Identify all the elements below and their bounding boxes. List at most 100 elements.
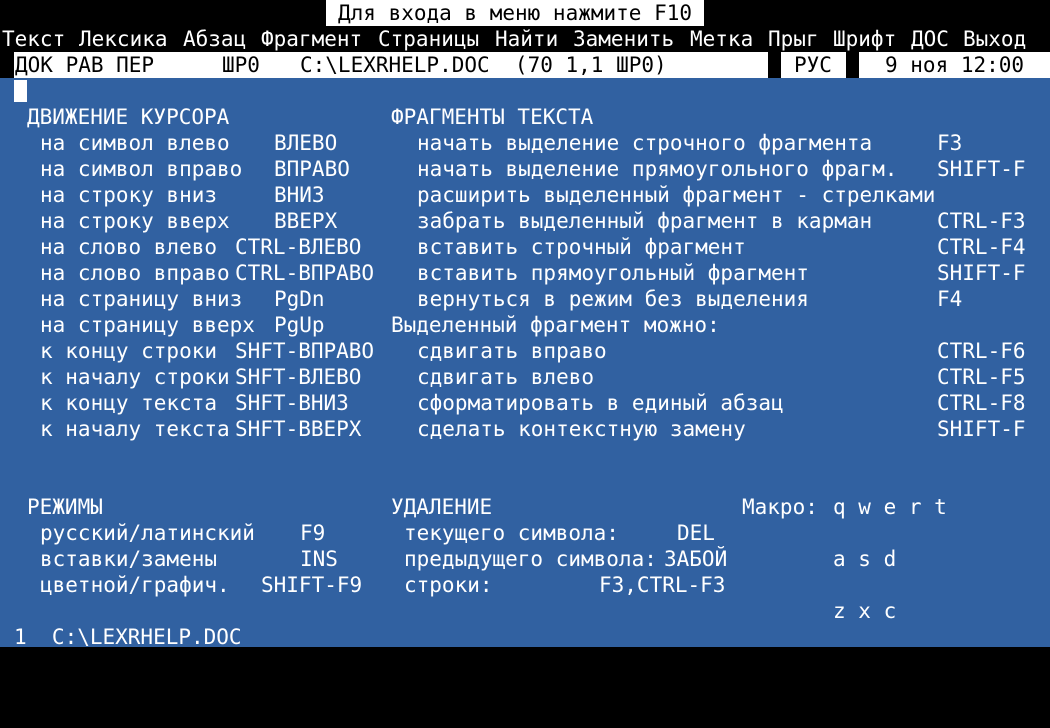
text-cursor xyxy=(14,80,27,102)
mode-key: SHIFT-F9 xyxy=(261,573,363,597)
macro-row[interactable]: q w e r t xyxy=(833,494,947,520)
macro-label: Макро: xyxy=(742,495,818,519)
status-bar-left-edge xyxy=(0,52,14,78)
cursor-key: SHFT-ВПРАВО xyxy=(235,339,375,363)
delete-action: текущего символа: xyxy=(404,521,619,545)
menu-item-replace[interactable]: Заменить xyxy=(573,26,674,52)
delete-key: F3,CTRL-F3 xyxy=(599,573,726,597)
bottom-edge xyxy=(0,647,1050,655)
doc-line: к началу текста SHFT-ВВЕРХ сделать конте… xyxy=(0,416,1050,442)
menu-item-exit[interactable]: Выход xyxy=(963,26,1026,52)
fragment-action: вставить прямоугольный фрагмент xyxy=(417,261,809,285)
cursor-key: ВЛЕВО xyxy=(274,131,338,155)
cursor-key: PgUp xyxy=(274,313,325,337)
doc-line: z x c xyxy=(0,598,1050,624)
doc-line: вставки/замены INS предыдущего символа: … xyxy=(0,546,1050,572)
mode-key: F9 xyxy=(300,521,326,545)
cursor-key: SHFT-ВЛЕВО xyxy=(235,365,362,389)
doc-line: ДВИЖЕНИЕ КУРСОРА ФРАГМЕНТЫ ТЕКСТА xyxy=(0,104,1050,130)
macro-row[interactable]: a s d xyxy=(833,546,896,572)
menu-item-pages[interactable]: Страницы xyxy=(378,26,479,52)
cursor-action: на символ влево xyxy=(40,131,230,155)
cursor-action: к концу текста xyxy=(40,391,218,415)
cursor-key: CTRL-ВЛЕВО xyxy=(235,235,362,259)
cursor-key: ВВЕРХ xyxy=(274,209,338,233)
menu-item-lexicon[interactable]: Лексика xyxy=(79,26,168,52)
cursor-action: на страницу вниз xyxy=(40,287,243,311)
cursor-action: на слово вправо xyxy=(40,261,230,285)
macro-row[interactable]: z x c xyxy=(833,598,896,624)
mode-action: цветной/графич. xyxy=(40,573,230,597)
status-language: РУС xyxy=(794,53,832,77)
fragment-action: сформатировать в единый абзац xyxy=(417,391,784,415)
menu-bar: Текст Лексика Абзац Фрагмент Страницы На… xyxy=(0,26,1050,52)
menu-item-paragraph[interactable]: Абзац xyxy=(183,26,246,52)
cursor-key: SHFT-ВВЕРХ xyxy=(235,417,362,441)
fragment-key: CTRL-F5 xyxy=(937,365,1026,389)
status-width-mode: ШР0 xyxy=(222,53,260,77)
cursor-key: PgDn xyxy=(274,287,325,311)
fragment-key: CTRL-F6 xyxy=(937,339,1026,363)
fragment-key: SHIFT-F xyxy=(937,417,1026,441)
fragment-action: вставить строчный фрагмент xyxy=(417,235,746,259)
doc-line: на слово вправо CTRL-ВПРАВО вставить пря… xyxy=(0,260,1050,286)
status-datetime: 9 ноя 12:00 xyxy=(885,53,1025,77)
fragment-key: CTRL-F4 xyxy=(937,235,1026,259)
cursor-key: CTRL-ВПРАВО xyxy=(235,261,375,285)
modes-section-title: РЕЖИМЫ xyxy=(27,495,103,519)
fragment-key: SHIFT-F xyxy=(937,261,1026,285)
doc-line: к концу текста SHFT-ВНИЗ сформатировать … xyxy=(0,390,1050,416)
doc-line: РЕЖИМЫ УДАЛЕНИЕ Макро: q w e r t xyxy=(0,494,1050,520)
fragment-key: CTRL-F8 xyxy=(937,391,1026,415)
doc-line: к концу строки SHFT-ВПРАВО сдвигать впра… xyxy=(0,338,1050,364)
cursor-action: на строку вверх xyxy=(40,209,230,233)
fragments-subtitle: Выделенный фрагмент можно: xyxy=(391,313,720,337)
menu-item-jump[interactable]: Прыг xyxy=(768,26,819,52)
menu-item-fragment[interactable]: Фрагмент xyxy=(261,26,362,52)
status-separator xyxy=(846,52,859,78)
doc-line: на слово влево CTRL-ВЛЕВО вставить строч… xyxy=(0,234,1050,260)
cursor-section-title: ДВИЖЕНИЕ КУРСОРА xyxy=(27,105,230,129)
delete-key: DEL xyxy=(677,521,715,545)
fragment-action: сдвигать вправо xyxy=(417,339,607,363)
status-bar: ДОК РАВ ПЕР ШР0 C:\LEXRHELP.DOC (70 1,1 … xyxy=(0,52,1050,78)
delete-section-title: УДАЛЕНИЕ xyxy=(391,495,493,519)
doc-line: русский/латинский F9 текущего символа: D… xyxy=(0,520,1050,546)
document-area[interactable]: ДВИЖЕНИЕ КУРСОРА ФРАГМЕНТЫ ТЕКСТА на сим… xyxy=(0,78,1050,649)
mode-action: вставки/замены xyxy=(40,547,218,571)
doc-line: на строку вниз ВНИЗ расширить выделенный… xyxy=(0,182,1050,208)
delete-action: предыдущего символа: xyxy=(404,547,657,571)
doc-line: на символ вправо ВПРАВО начать выделение… xyxy=(0,156,1050,182)
menu-item-font[interactable]: Шрифт xyxy=(833,26,896,52)
fragment-key: SHIFT-F xyxy=(937,157,1026,181)
fragment-action: начать выделение прямоугольного фрагм. xyxy=(417,157,898,181)
status-separator xyxy=(768,52,781,78)
cursor-key: ВНИЗ xyxy=(274,183,325,207)
doc-line: цветной/графич. SHIFT-F9 строки: F3,CTRL… xyxy=(0,572,1050,598)
fragments-section-title: ФРАГМЕНТЫ ТЕКСТА xyxy=(391,105,594,129)
cursor-action: к началу текста xyxy=(40,417,230,441)
cursor-key: ВПРАВО xyxy=(274,157,350,181)
doc-line: на страницу вниз PgDn вернуться в режим … xyxy=(0,286,1050,312)
status-file-info: C:\LEXRHELP.DOC (70 1,1 ШР0) xyxy=(300,53,667,77)
doc-line: на строку вверх ВВЕРХ забрать выделенный… xyxy=(0,208,1050,234)
menu-item-mark[interactable]: Метка xyxy=(690,26,753,52)
menu-item-dos[interactable]: ДОС xyxy=(911,26,949,52)
doc-line: к началу строки SHFT-ВЛЕВО сдвигать влев… xyxy=(0,364,1050,390)
cursor-key: SHFT-ВНИЗ xyxy=(235,391,349,415)
doc-line: на страницу вверх PgUp Выделенный фрагме… xyxy=(0,312,1050,338)
mode-key: INS xyxy=(300,547,338,571)
delete-action: строки: xyxy=(404,573,493,597)
fragment-action: сделать контекстную замену xyxy=(417,417,746,441)
cursor-action: на страницу вверх xyxy=(40,313,255,337)
fragment-key: F4 xyxy=(937,287,963,311)
cursor-action: к концу строки xyxy=(40,339,218,363)
cursor-action: на слово влево xyxy=(40,235,218,259)
menu-item-text[interactable]: Текст xyxy=(2,26,65,52)
menu-item-find[interactable]: Найти xyxy=(495,26,558,52)
fragment-key: F3 xyxy=(937,131,963,155)
fragment-action: забрать выделенный фрагмент в карман xyxy=(417,209,873,233)
top-hint-bar: Для входа в меню нажмите F10 xyxy=(0,0,1050,26)
fragment-action: сдвигать влево xyxy=(417,365,595,389)
cursor-action: на символ вправо xyxy=(40,157,243,181)
